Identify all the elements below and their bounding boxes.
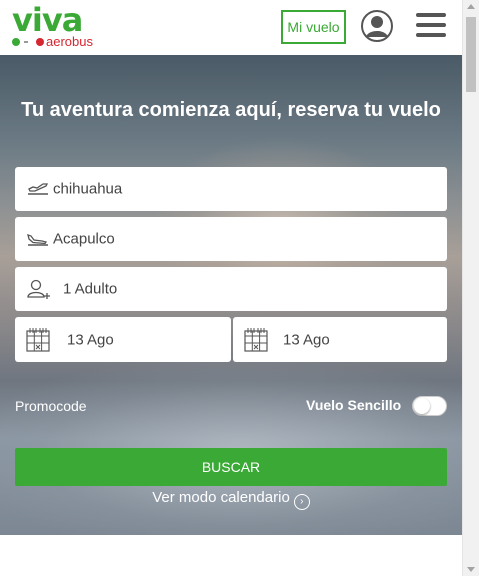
logo-dash bbox=[24, 41, 28, 43]
origin-field[interactable]: chihuahua bbox=[15, 167, 447, 211]
promocode-link[interactable]: Promocode bbox=[15, 398, 87, 414]
plane-landing-icon bbox=[27, 234, 48, 246]
scrollbar-thumb[interactable] bbox=[466, 17, 476, 92]
departure-date-field[interactable]: 13 Ago bbox=[15, 317, 231, 362]
calendar-icon bbox=[26, 327, 50, 352]
toggle-knob bbox=[414, 398, 430, 414]
header: viva aerobus Mi vuelo bbox=[0, 0, 462, 55]
return-date-value: 13 Ago bbox=[283, 331, 330, 348]
origin-value: chihuahua bbox=[53, 180, 123, 198]
calendar-icon bbox=[244, 327, 268, 352]
destination-value: Acapulco bbox=[53, 230, 115, 248]
calendar-mode-link[interactable]: Ver modo calendario › bbox=[0, 489, 462, 510]
user-avatar-icon[interactable] bbox=[361, 10, 393, 42]
scroll-down-arrow-icon[interactable] bbox=[467, 567, 475, 572]
logo-sub-text: aerobus bbox=[46, 34, 93, 49]
calendar-mode-label: Ver modo calendario bbox=[152, 489, 290, 506]
destination-field[interactable]: Acapulco bbox=[15, 217, 447, 261]
search-button[interactable]: BUSCAR bbox=[15, 448, 447, 486]
plane-takeoff-icon bbox=[28, 183, 49, 195]
return-date-field[interactable]: 13 Ago bbox=[233, 317, 447, 362]
add-person-icon bbox=[27, 279, 50, 299]
hamburger-menu-icon[interactable] bbox=[416, 13, 446, 39]
mi-vuelo-button[interactable]: Mi vuelo bbox=[281, 10, 346, 44]
scroll-up-arrow-icon[interactable] bbox=[467, 4, 475, 9]
hero-title: Tu aventura comienza aquí, reserva tu vu… bbox=[21, 99, 441, 121]
vertical-scrollbar[interactable] bbox=[462, 0, 479, 576]
hero-section: Tu aventura comienza aquí, reserva tu vu… bbox=[0, 55, 462, 535]
one-way-toggle[interactable] bbox=[412, 396, 447, 416]
departure-date-value: 13 Ago bbox=[67, 331, 114, 348]
passengers-value: 1 Adulto bbox=[63, 280, 118, 298]
chevron-right-circle-icon: › bbox=[293, 494, 310, 510]
viva-aerobus-logo[interactable]: viva aerobus bbox=[12, 1, 102, 52]
logo-red-dot bbox=[36, 38, 44, 46]
logo-green-dot bbox=[12, 38, 20, 46]
logo-subline: aerobus bbox=[12, 35, 93, 49]
passengers-field[interactable]: 1 Adulto bbox=[15, 267, 447, 311]
one-way-label: Vuelo Sencillo bbox=[306, 397, 402, 413]
